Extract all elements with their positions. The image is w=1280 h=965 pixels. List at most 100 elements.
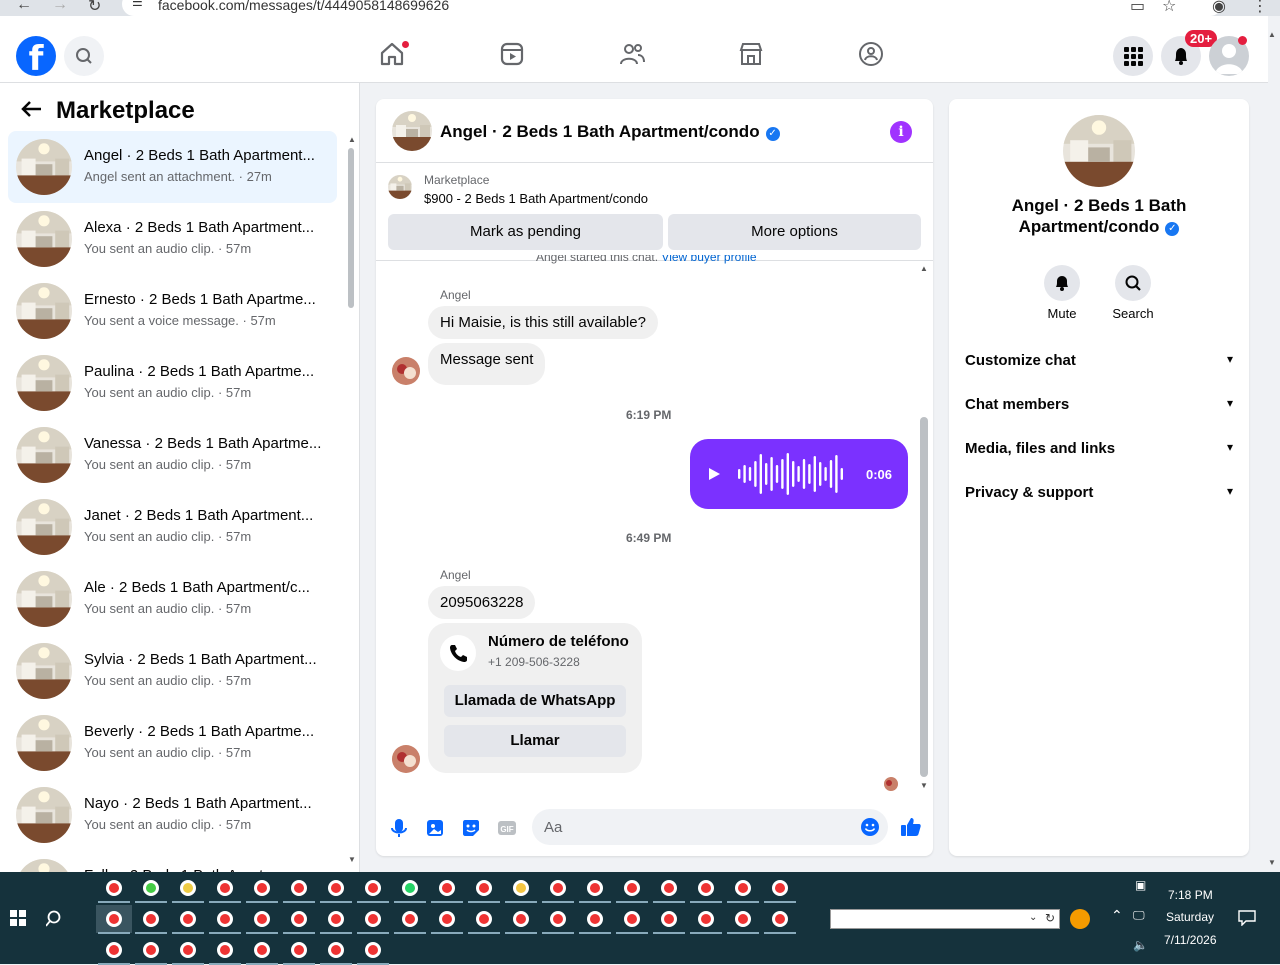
chrome-icon[interactable] [476,880,492,896]
chrome-icon[interactable] [476,911,492,927]
privacy-support-section[interactable]: Privacy & support ▾ [965,484,1233,501]
conversation-item[interactable]: Vanessa · 2 Beds 1 Bath Apartme... You se… [8,419,337,491]
chrome-icon[interactable] [550,911,566,927]
orange-tray-icon[interactable] [1070,909,1090,929]
network-icon[interactable]: 🖵 [1133,908,1145,923]
conversation-item[interactable]: Nayo · 2 Beds 1 Bath Apartment... You sen… [8,779,337,851]
view-buyer-profile-link[interactable]: View buyer profile [661,255,756,264]
sender-avatar[interactable] [392,745,420,773]
chrome-icon[interactable] [328,942,344,958]
copilot-icon[interactable] [106,880,122,896]
chrome-icon[interactable] [661,880,677,896]
groups-icon[interactable] [857,40,889,72]
chrome-icon[interactable] [217,911,233,927]
site-info-icon[interactable]: ☰ [132,0,143,9]
facebook-logo-icon[interactable]: f [16,36,56,76]
profile-icon[interactable]: ◉ [1212,0,1226,16]
conversation-item[interactable]: Ernesto · 2 Beds 1 Bath Apartme... You se… [8,275,337,347]
mark-as-pending-button[interactable]: Mark as pending [388,214,663,250]
taskbar-search-icon[interactable] [46,910,64,928]
back-arrow-icon[interactable] [20,97,46,125]
address-bar[interactable]: ☰ facebook.com/messages/t/44490581486996… [122,0,1222,16]
volume-icon[interactable]: 🔈 [1133,938,1148,952]
audio-message[interactable]: 0:06 [690,439,908,509]
page-scroll-up[interactable]: ▲ [1268,30,1276,39]
waveform[interactable] [736,451,846,497]
install-icon[interactable]: ▭ [1130,0,1145,16]
bookmark-star-icon[interactable]: ☆ [1162,0,1176,16]
conversation-item[interactable]: Falla · 2 Beds 1 Bath Apart... [8,851,337,872]
photo-icon[interactable] [424,817,446,839]
chrome-icon[interactable] [143,942,159,958]
chrome-icon[interactable] [402,911,418,927]
whatsapp-call-button[interactable]: Llamada de WhatsApp [444,685,626,717]
clock-day[interactable]: Saturday [1166,910,1214,924]
conversation-item[interactable]: Ale · 2 Beds 1 Bath Apartment/c... You se… [8,563,337,635]
chrome-icon[interactable] [772,911,788,927]
info-icon[interactable]: i [890,121,912,143]
microphone-icon[interactable] [388,817,410,839]
customize-chat-section[interactable]: Customize chat ▾ [965,352,1233,369]
chrome-icon[interactable] [217,942,233,958]
call-button[interactable]: Llamar [444,725,626,757]
chevron-up-icon[interactable]: ⌃ [1111,907,1123,924]
chrome-icon[interactable] [365,911,381,927]
chrome-icon[interactable] [661,911,677,927]
message-bubble[interactable]: 2095063228 [428,586,536,619]
chrome-icon[interactable] [143,911,159,927]
conversation-item[interactable]: Paulina · 2 Beds 1 Bath Apartme... You se… [8,347,337,419]
marketplace-icon[interactable] [737,40,769,72]
chrome-icon[interactable] [180,911,196,927]
chrome-icon[interactable] [772,880,788,896]
notification-center-icon[interactable] [1238,910,1256,926]
chrome-icon[interactable] [328,911,344,927]
chrome-icon[interactable] [291,880,307,896]
chat-title[interactable]: Angel · 2 Beds 1 Bath Apartment/condo ✓ [440,122,780,142]
chrome-icon[interactable] [624,880,640,896]
listing-thumbnail[interactable] [388,175,412,199]
message-input[interactable]: Aa [532,809,888,845]
friends-icon[interactable] [618,40,650,72]
conversation-item[interactable]: Sylvia · 2 Beds 1 Bath Apartment... You s… [8,635,337,707]
chat-scroll-down[interactable]: ▼ [920,781,928,790]
chrome-icon[interactable] [291,942,307,958]
refresh-icon[interactable]: ↻ [1045,911,1055,925]
chrome-icon[interactable] [624,911,640,927]
chrome-icon[interactable] [513,911,529,927]
taskbar-address-box[interactable]: ⌄ ↻ [830,909,1060,929]
chrome-icon[interactable] [698,880,714,896]
conversation-item[interactable]: Angel · 2 Beds 1 Bath Apartment... Angel … [8,131,337,203]
chrome-icon[interactable] [439,880,455,896]
media-files-links-section[interactable]: Media, files and links ▾ [965,440,1233,457]
chrome-icon[interactable] [550,880,566,896]
chrome-icon[interactable] [365,942,381,958]
chrome-icon[interactable] [735,911,751,927]
chrome-icon[interactable] [254,942,270,958]
page-scroll-down[interactable]: ▼ [1268,858,1276,867]
chat-scrollbar[interactable] [920,417,928,777]
clock-date[interactable]: 7/11/2026 [1164,933,1217,947]
sender-avatar[interactable] [392,357,420,385]
back-icon[interactable]: ← [16,0,32,14]
mute-button[interactable]: Mute [1032,265,1092,321]
windows-start-icon[interactable] [10,910,26,926]
chrome-icon[interactable] [106,942,122,958]
chrome-icon[interactable] [143,880,159,896]
chrome-icon[interactable] [254,880,270,896]
chrome-icon[interactable] [180,880,196,896]
conversation-item[interactable]: Beverly · 2 Beds 1 Bath Apartme... You se… [8,707,337,779]
conversation-item[interactable]: Janet · 2 Beds 1 Bath Apartment... You se… [8,491,337,563]
dropdown-chevron-icon[interactable]: ⌄ [1029,912,1037,923]
play-icon[interactable] [706,466,722,482]
chrome-icon[interactable] [439,911,455,927]
sticker-icon[interactable] [460,817,482,839]
message-bubble[interactable]: Message sent [428,343,546,385]
chrome-icon[interactable] [328,880,344,896]
home-icon[interactable] [378,40,410,72]
menu-kebab-icon[interactable]: ⋮ [1252,0,1268,16]
forward-icon[interactable]: → [52,0,68,14]
chrome-icon[interactable] [365,880,381,896]
scrollbar-thumb[interactable] [348,148,354,308]
more-options-button[interactable]: More options [668,214,921,250]
chat-members-section[interactable]: Chat members ▾ [965,396,1233,413]
